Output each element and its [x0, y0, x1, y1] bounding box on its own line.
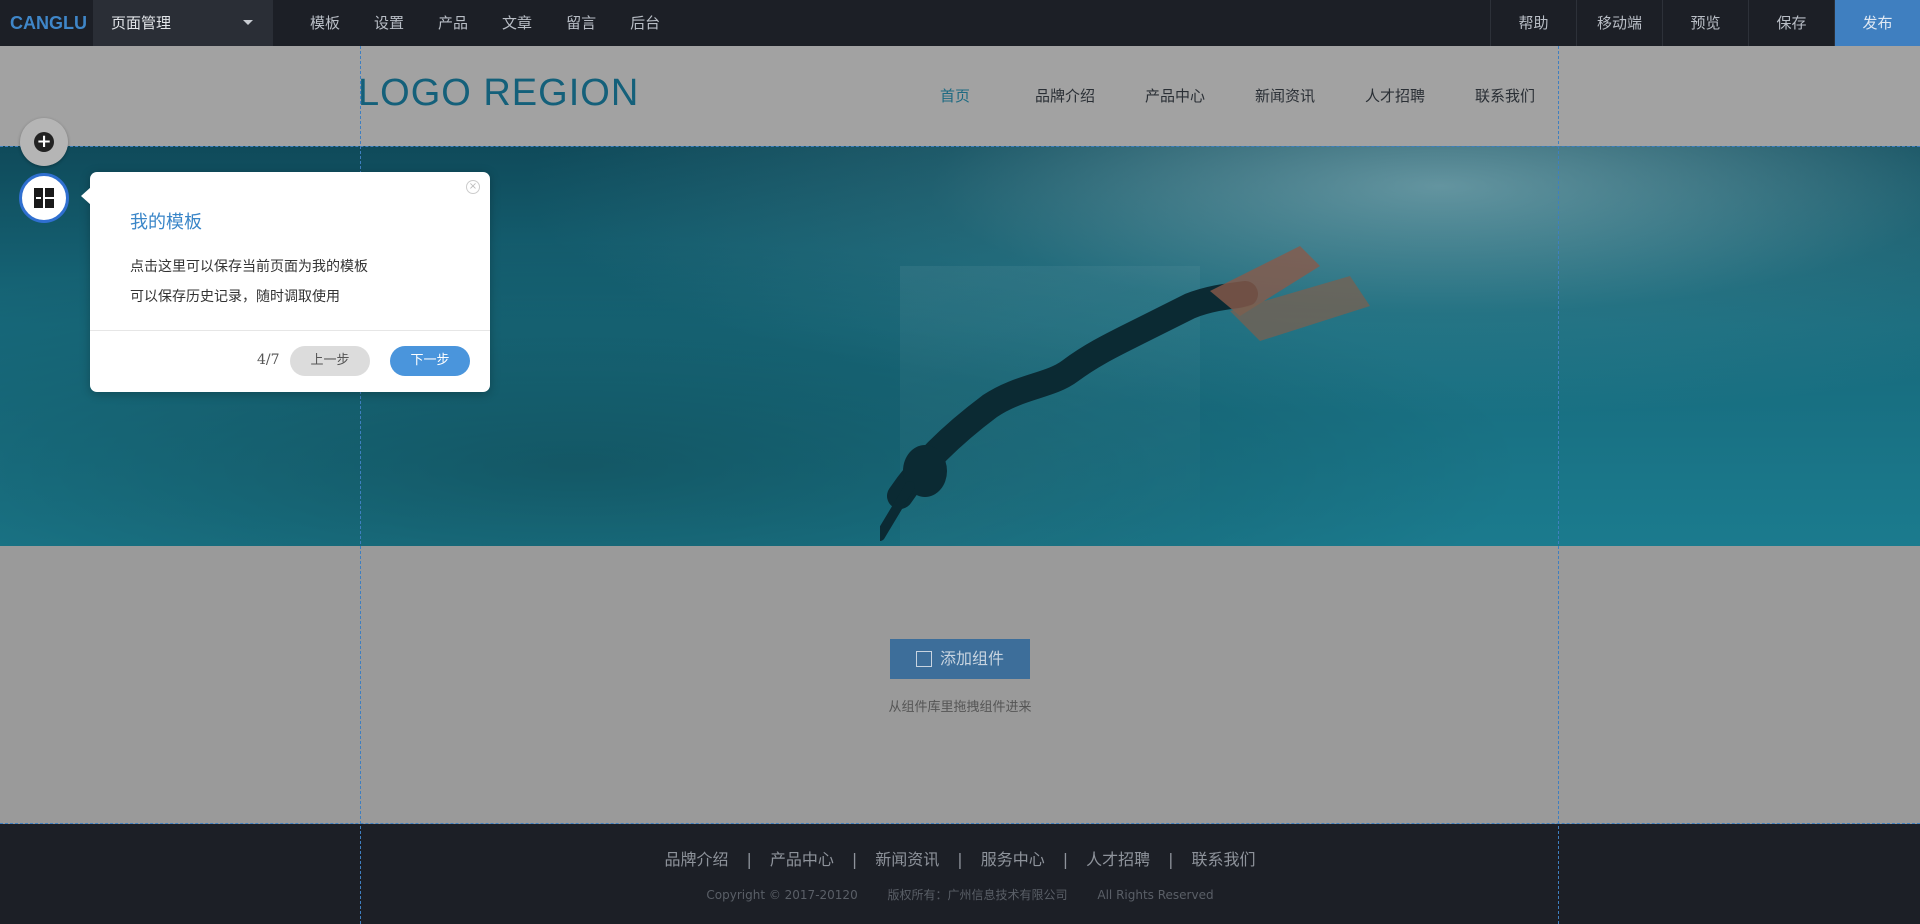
footer-separator: | [746, 850, 752, 869]
add-module-button[interactable]: + [20, 118, 68, 166]
site-nav-brand[interactable]: 品牌介绍 [1010, 46, 1120, 146]
add-component-icon [915, 651, 932, 667]
nav-messages[interactable]: 留言 [549, 0, 613, 46]
section-guide-top [0, 146, 1920, 147]
rights-text: All Rights Reserved [1097, 888, 1214, 902]
page-manage-label: 页面管理 [111, 14, 172, 32]
next-step-button[interactable]: 下一步 [390, 346, 470, 376]
prev-step-button[interactable]: 上一步 [290, 346, 370, 376]
site-nav: 首页 品牌介绍 产品中心 新闻资讯 人才招聘 联系我们 [900, 46, 1560, 146]
page-manage-dropdown[interactable]: 页面管理 [93, 0, 273, 46]
content-area: 添加组件 从组件库里拖拽组件进来 [0, 546, 1920, 824]
save-button[interactable]: 保存 [1748, 0, 1834, 46]
layout-guide-right [1558, 46, 1559, 924]
rights-owner-text: 版权所有：广州信息技术有限公司 [887, 888, 1068, 902]
add-component-hint: 从组件库里拖拽组件进来 [888, 700, 1032, 715]
my-template-button[interactable] [19, 173, 69, 223]
brand-logo: CANGLU [10, 13, 87, 33]
help-button[interactable]: 帮助 [1490, 0, 1576, 46]
site-nav-news[interactable]: 新闻资讯 [1230, 46, 1340, 146]
nav-products[interactable]: 产品 [421, 0, 485, 46]
site-nav-home[interactable]: 首页 [900, 46, 1010, 146]
footer-links: 品牌介绍 | 产品中心 | 新闻资讯 | 服务中心 | 人才招聘 | 联系我们 [0, 846, 1920, 870]
popover-title: 我的模板 [130, 212, 202, 233]
publish-button[interactable]: 发布 [1834, 0, 1920, 46]
footer-link-products[interactable]: 产品中心 [770, 850, 834, 869]
editor-actions: 帮助 移动端 预览 保存 发布 [1490, 0, 1920, 46]
footer-link-contact[interactable]: 联系我们 [1192, 850, 1256, 869]
copyright-text: Copyright © 2017-20120 [706, 888, 858, 902]
editor-nav: 模板 设置 产品 文章 留言 后台 [293, 0, 677, 46]
site-nav-contact[interactable]: 联系我们 [1450, 46, 1560, 146]
popover-line-2: 可以保存历史记录，随时调取使用 [130, 289, 340, 305]
diver-illustration [880, 246, 1370, 541]
footer-link-news[interactable]: 新闻资讯 [875, 850, 939, 869]
popover-divider [90, 330, 490, 331]
popover-arrow [81, 187, 91, 205]
preview-button[interactable]: 预览 [1662, 0, 1748, 46]
footer-link-service[interactable]: 服务中心 [981, 850, 1045, 869]
site-nav-products[interactable]: 产品中心 [1120, 46, 1230, 146]
template-grid-icon [34, 188, 54, 208]
site-footer: 品牌介绍 | 产品中心 | 新闻资讯 | 服务中心 | 人才招聘 | 联系我们 Copyright … [0, 824, 1920, 924]
guide-popover: × 我的模板 点击这里可以保存当前页面为我的模板 可以保存历史记录，随时调取使用… [81, 172, 490, 392]
footer-copyright: Copyright © 2017-20120 版权所有：广州信息技术有限公司 A… [0, 886, 1920, 903]
footer-link-brand[interactable]: 品牌介绍 [664, 850, 728, 869]
site-header: LOGO REGION 首页 品牌介绍 产品中心 新闻资讯 人才招聘 联系我们 [0, 46, 1920, 146]
footer-separator: | [1168, 850, 1174, 869]
add-component-button[interactable]: 添加组件 [890, 639, 1030, 679]
close-icon[interactable]: × [466, 180, 480, 194]
nav-backend[interactable]: 后台 [613, 0, 677, 46]
section-guide-bottom [0, 823, 1920, 824]
footer-separator: | [957, 850, 963, 869]
chevron-down-icon [243, 20, 253, 25]
editor-toolbar: CANGLU 页面管理 模板 设置 产品 文章 留言 后台 帮助 移动端 预览 … [0, 0, 1920, 46]
mobile-button[interactable]: 移动端 [1576, 0, 1662, 46]
plus-icon: + [34, 132, 54, 152]
add-component-label: 添加组件 [939, 649, 1004, 668]
footer-link-jobs[interactable]: 人才招聘 [1086, 850, 1150, 869]
footer-separator: | [1062, 850, 1069, 869]
nav-articles[interactable]: 文章 [485, 0, 549, 46]
footer-separator: | [851, 850, 858, 869]
site-logo[interactable]: LOGO REGION [358, 72, 639, 115]
nav-settings[interactable]: 设置 [357, 0, 421, 46]
popover-step-counter: 4/7 [257, 352, 280, 368]
popover-line-1: 点击这里可以保存当前页面为我的模板 [130, 259, 368, 275]
site-nav-jobs[interactable]: 人才招聘 [1340, 46, 1450, 146]
nav-template[interactable]: 模板 [293, 0, 357, 46]
